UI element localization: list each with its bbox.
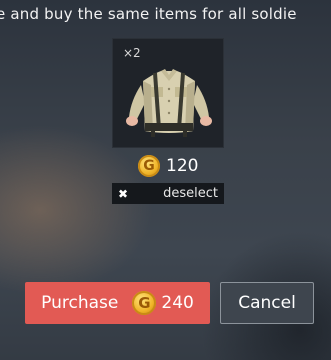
deselect-button[interactable]: ✖ deselect — [112, 183, 224, 204]
shirt-with-suspenders-icon — [126, 69, 212, 137]
instruction-text: e and buy the same items for all soldie — [0, 5, 297, 23]
gold-coin-icon: G — [132, 291, 157, 315]
deselect-label: deselect — [163, 186, 218, 201]
cancel-label: Cancel — [238, 293, 296, 313]
gold-coin-icon: G — [138, 155, 160, 177]
item-price-value: 120 — [166, 156, 199, 176]
purchase-button[interactable]: Purchase G 240 — [25, 282, 210, 324]
cancel-button[interactable]: Cancel — [220, 282, 314, 324]
item-price: G 120 — [138, 154, 198, 178]
purchase-price: 240 — [161, 293, 194, 313]
purchase-label: Purchase — [41, 293, 119, 313]
item-card[interactable]: ×2 — [112, 38, 224, 148]
close-icon: ✖ — [118, 186, 129, 201]
